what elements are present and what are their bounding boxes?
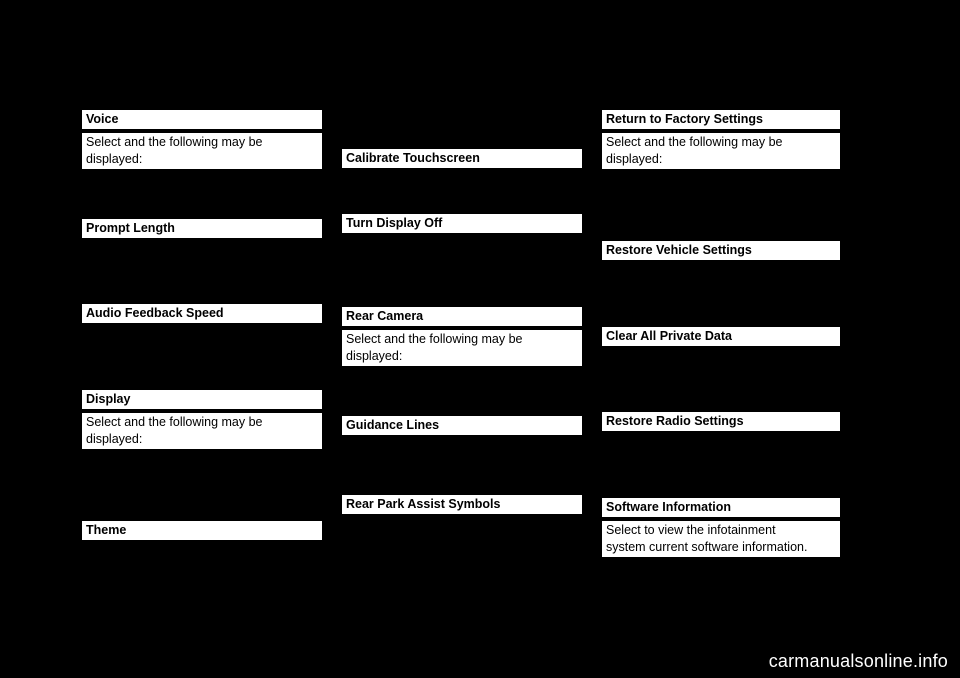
document-page: Voice Select and the following may be dis… (0, 0, 960, 678)
section-body: Select and the following may be displaye… (82, 133, 322, 169)
section-heading: Display (82, 390, 322, 409)
section-body: Select and the following may be displaye… (602, 133, 840, 169)
section-heading: Prompt Length (82, 219, 322, 238)
section-heading: Clear All Private Data (602, 327, 840, 346)
section-heading: Restore Vehicle Settings (602, 241, 840, 260)
section-heading: Return to Factory Settings (602, 110, 840, 129)
section-heading: Turn Display Off (342, 214, 582, 233)
watermark: carmanualsonline.info (768, 651, 948, 671)
section-body: Select and the following may be displaye… (342, 330, 582, 366)
section-heading: Software Information (602, 498, 840, 517)
section-heading: Restore Radio Settings (602, 412, 840, 431)
section-heading: Calibrate Touchscreen (342, 149, 582, 168)
section-heading: Guidance Lines (342, 416, 582, 435)
section-heading: Audio Feedback Speed (82, 304, 322, 323)
section-body: Select and the following may be displaye… (82, 413, 322, 449)
section-heading: Voice (82, 110, 322, 129)
section-body: Select to view the infotainment system c… (602, 521, 840, 557)
section-heading: Rear Park Assist Symbols (342, 495, 582, 514)
section-heading: Theme (82, 521, 322, 540)
section-heading: Rear Camera (342, 307, 582, 326)
